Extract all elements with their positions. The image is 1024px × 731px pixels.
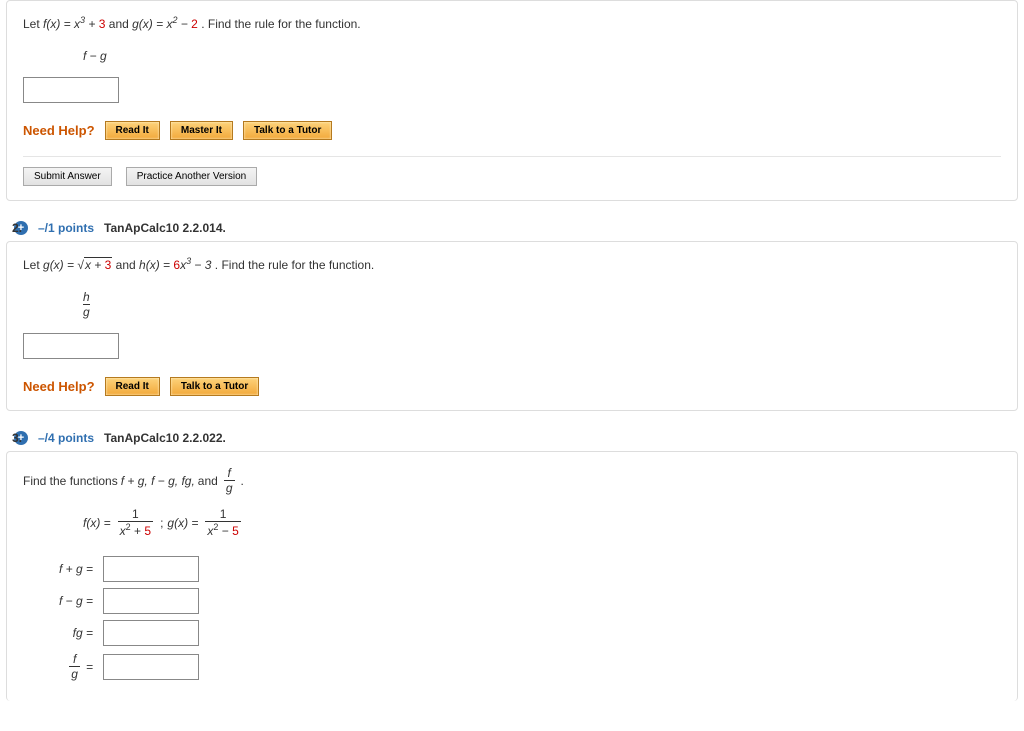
- q3-row-foverg: f g =: [23, 652, 1001, 681]
- q1-tail: . Find the rule for the function.: [201, 17, 360, 31]
- q2-points: –/1 points: [38, 221, 94, 235]
- q1-answer-input[interactable]: [23, 77, 119, 103]
- q3-fx-lhs: f(x) =: [83, 516, 111, 530]
- q2-and: and: [116, 258, 139, 272]
- q1-fx-const: 3: [99, 17, 106, 31]
- talk-to-tutor-button[interactable]: Talk to a Tutor: [243, 121, 332, 140]
- q2-sqrt-inner: x + 3: [84, 257, 112, 272]
- q1-prompt: Let f(x) = x3 + 3 and g(x) = x2 − 2 . Fi…: [23, 15, 1001, 31]
- q2-prompt: Let g(x) = √x + 3 and h(x) = 6x3 − 3 . F…: [23, 256, 1001, 272]
- q2-frac-num: h: [83, 290, 90, 304]
- q1-and: and: [109, 17, 132, 31]
- q3-row-fplusg: f + g =: [23, 556, 1001, 582]
- q3-gx-lhs: g(x) =: [167, 516, 198, 530]
- q1-gx-const: 2: [191, 17, 198, 31]
- q1-gx: g(x) = x2 −: [132, 17, 191, 31]
- need-help-label: Need Help?: [23, 379, 95, 394]
- q2-frac-den: g: [83, 304, 90, 319]
- q1-submit-row: Submit Answer Practice Another Version: [23, 156, 1001, 186]
- q3-period: .: [241, 474, 244, 488]
- q3-funcs: f + g, f − g, fg,: [121, 474, 195, 488]
- q2-hx-lhs: h(x) =: [139, 258, 173, 272]
- q3-label-foverg: f g =: [23, 652, 97, 681]
- q3-input-fplusg[interactable]: [103, 556, 199, 582]
- practice-another-button[interactable]: Practice Another Version: [126, 167, 258, 186]
- q2-text-pre: Let: [23, 258, 43, 272]
- q2-answer-input[interactable]: [23, 333, 119, 359]
- q2-fraction: h g: [83, 290, 90, 319]
- read-it-button[interactable]: Read It: [105, 377, 160, 396]
- read-it-button[interactable]: Read It: [105, 121, 160, 140]
- q1-text-pre: Let: [23, 17, 43, 31]
- q3-label-fminusg: f − g =: [23, 594, 97, 608]
- submit-answer-button[interactable]: Submit Answer: [23, 167, 112, 186]
- q3-input-fminusg[interactable]: [103, 588, 199, 614]
- q2-hx-var: x3 − 3: [180, 258, 211, 272]
- q3-number: 3.: [12, 431, 22, 445]
- question-3-box: Find the functions f + g, f − g, fg, and…: [6, 451, 1018, 701]
- sqrt-icon: √: [77, 258, 84, 272]
- q3-row-fg: fg =: [23, 620, 1001, 646]
- q1-need-help-row: Need Help? Read It Master It Talk to a T…: [23, 121, 1001, 140]
- q3-label-fplusg: f + g =: [23, 562, 97, 576]
- q3-gx-frac: 1 x2 − 5: [205, 507, 240, 538]
- q3-prompt: Find the functions f + g, f − g, fg, and…: [23, 466, 1001, 495]
- question-2-box: Let g(x) = √x + 3 and h(x) = 6x3 − 3 . F…: [6, 241, 1018, 411]
- talk-to-tutor-button[interactable]: Talk to a Tutor: [170, 377, 259, 396]
- q3-ref: TanApCalc10 2.2.022.: [104, 431, 226, 445]
- q2-need-help-row: Need Help? Read It Talk to a Tutor: [23, 377, 1001, 396]
- q2-gx-pre: g(x) =: [43, 258, 77, 272]
- q3-foverg-frac: f g: [69, 652, 80, 681]
- q3-header: 3. + –/4 points TanApCalc10 2.2.022.: [14, 431, 1024, 445]
- q1-fx: f(x) = x3 +: [43, 17, 99, 31]
- q2-number: 2.: [12, 221, 22, 235]
- question-1-box: Let f(x) = x3 + 3 and g(x) = x2 − 2 . Fi…: [6, 0, 1018, 201]
- q3-label-fg: fg =: [23, 626, 97, 640]
- q3-definitions: f(x) = 1 x2 + 5 ; g(x) = 1 x2 − 5: [83, 507, 1001, 538]
- q3-text-pre: Find the functions: [23, 474, 118, 488]
- q3-points: –/4 points: [38, 431, 94, 445]
- q3-input-foverg[interactable]: [103, 654, 199, 680]
- need-help-label: Need Help?: [23, 123, 95, 138]
- q3-fx-frac: 1 x2 + 5: [118, 507, 153, 538]
- q1-fraction: f − g: [83, 49, 107, 63]
- q2-header: 2. + –/1 points TanApCalc10 2.2.014.: [14, 221, 1024, 235]
- q1-frac-num: f − g: [83, 49, 107, 63]
- q2-tail: . Find the rule for the function.: [215, 258, 374, 272]
- q3-foverg-eq: =: [86, 660, 93, 674]
- q3-and: and: [198, 474, 218, 488]
- q3-fg-frac: f g: [224, 466, 235, 495]
- q3-sep: ;: [160, 516, 163, 530]
- master-it-button[interactable]: Master It: [170, 121, 233, 140]
- q2-ref: TanApCalc10 2.2.014.: [104, 221, 226, 235]
- q3-input-fg[interactable]: [103, 620, 199, 646]
- q3-row-fminusg: f − g =: [23, 588, 1001, 614]
